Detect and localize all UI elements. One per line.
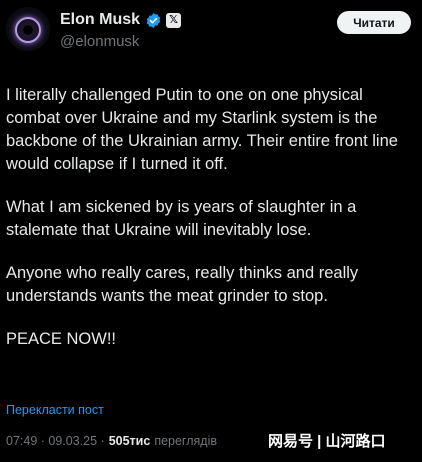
- tweet-header: Elon Musk 𝕏 @elonmusk Читати: [0, 0, 422, 70]
- tweet-paragraph: What I am sickened by is years of slaugh…: [6, 198, 357, 239]
- translate-post-link[interactable]: Перекласти пост: [6, 403, 104, 417]
- views-label: переглядів: [154, 434, 217, 448]
- display-name[interactable]: Elon Musk: [60, 11, 140, 29]
- tweet-paragraph: PEACE NOW!!: [6, 330, 117, 348]
- verified-badge-icon: [146, 12, 161, 28]
- watermark: 网易号 | 山河路口: [268, 432, 386, 450]
- tweet-meta: 07:49 · 09.03.25 · 505тис переглядів: [6, 434, 217, 448]
- timestamp[interactable]: 07:49 · 09.03.25 ·: [6, 434, 105, 448]
- x-affiliate-icon: 𝕏: [166, 12, 182, 28]
- avatar-core: [23, 25, 33, 35]
- tweet-paragraph: I literally challenged Putin to one on o…: [6, 86, 398, 173]
- user-handle[interactable]: @elonmusk: [60, 33, 139, 50]
- tweet-text: I literally challenged Putin to one on o…: [6, 84, 416, 371]
- read-button[interactable]: Читати: [337, 11, 411, 34]
- avatar[interactable]: [6, 7, 50, 51]
- tweet-paragraph: Anyone who really cares, really thinks a…: [6, 264, 359, 305]
- name-row: Elon Musk 𝕏: [60, 10, 182, 30]
- views-count: 505тис: [108, 434, 151, 448]
